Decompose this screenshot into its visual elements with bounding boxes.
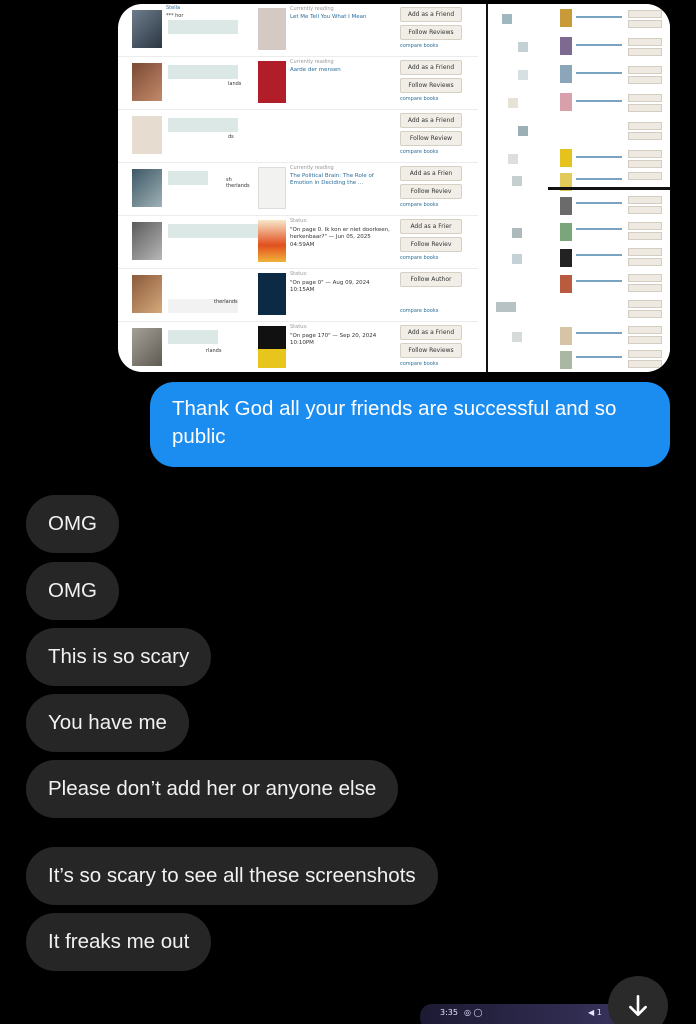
book-cover <box>258 273 286 315</box>
book-title-link[interactable]: The Political Brain: The Role of Emotion… <box>290 173 390 187</box>
follow-reviews-button[interactable]: Follow Review <box>400 131 462 146</box>
divider <box>548 187 670 190</box>
friend-location: lands <box>228 81 242 87</box>
status-label: Status: <box>290 271 308 277</box>
status-label: Currently reading <box>290 6 334 12</box>
arrow-down-icon <box>629 994 647 1016</box>
received-message-bubble[interactable]: This is so scary <box>26 628 212 686</box>
avatar <box>132 63 162 101</box>
received-message-bubble[interactable]: OMG <box>26 562 119 620</box>
friend-row: Status: "On page 0. Ik kon er niet doork… <box>118 216 478 269</box>
follow-reviews-button[interactable]: Follow Reviev <box>400 237 462 252</box>
friends-list-panel: Stella *** hor Currently reading Let Me … <box>118 4 478 372</box>
avatar <box>132 10 162 48</box>
add-friend-button[interactable]: Add as a Friend <box>400 113 462 128</box>
compare-books-link[interactable]: compare books <box>400 43 438 49</box>
compare-books-link[interactable]: compare books <box>400 149 438 155</box>
status-label: Currently reading <box>290 165 334 171</box>
avatar <box>132 222 162 260</box>
book-cover <box>258 61 286 103</box>
add-friend-button[interactable]: Add as a Frien <box>400 166 462 181</box>
scroll-to-bottom-button[interactable] <box>608 976 668 1024</box>
add-friend-button[interactable]: Add as a Friend <box>400 7 462 22</box>
book-list-panel <box>486 4 670 372</box>
compare-books-link[interactable]: compare books <box>400 308 438 314</box>
friend-row: ds Add as a Friend Follow Review compare… <box>118 110 478 163</box>
friend-row: lands Currently reading Aarde der mensen… <box>118 57 478 110</box>
status-label: Currently reading <box>290 59 334 65</box>
friend-row: therlands Status: "On page 0" — Aug 09, … <box>118 269 478 322</box>
book-title-link[interactable]: Aarde der mensen <box>290 67 390 74</box>
book-title-link[interactable]: Let Me Tell You What I Mean <box>290 14 390 21</box>
friend-name: Stella <box>166 5 181 11</box>
friend-row: Stella *** hor Currently reading Let Me … <box>118 4 478 57</box>
clock-time: 3:35 <box>440 1008 458 1017</box>
friend-location: rlands <box>206 348 222 354</box>
avatar <box>132 116 162 154</box>
book-cover <box>258 167 286 209</box>
status-icons-right: ◀ 1 <box>588 1008 602 1017</box>
follow-author-button[interactable]: Follow Author <box>400 272 462 287</box>
blurred-info <box>168 171 208 185</box>
friend-location: sh therlands <box>226 177 250 189</box>
avatar <box>132 169 162 207</box>
friend-row: sh therlands Currently reading The Polit… <box>118 163 478 216</box>
book-cover <box>258 8 286 50</box>
follow-reviews-button[interactable]: Follow Reviev <box>400 184 462 199</box>
blurred-info <box>168 65 238 79</box>
blurred-info <box>168 330 218 344</box>
friend-row: rlands Status: "On page 170" — Sep 20, 2… <box>118 322 478 372</box>
friend-name-2: *** hor <box>166 13 184 19</box>
book-cover <box>258 220 286 262</box>
blurred-info <box>168 118 238 132</box>
blurred-info <box>168 20 238 34</box>
add-friend-button[interactable]: Add as a Friend <box>400 325 462 340</box>
compare-books-link[interactable]: compare books <box>400 202 438 208</box>
add-friend-button[interactable]: Add as a Frier <box>400 219 462 234</box>
compare-books-link[interactable]: compare books <box>400 96 438 102</box>
blurred-info <box>168 224 258 238</box>
book-cover <box>258 326 286 368</box>
friend-location: ds <box>228 134 234 140</box>
add-friend-button[interactable]: Add as a Friend <box>400 60 462 75</box>
attached-screenshot-image[interactable]: Stella *** hor Currently reading Let Me … <box>118 4 670 372</box>
received-message-bubble[interactable]: Please don’t add her or anyone else <box>26 760 399 818</box>
compare-books-link[interactable]: compare books <box>400 255 438 261</box>
received-message-bubble[interactable]: It’s so scary to see all these screensho… <box>26 847 438 905</box>
compare-books-link[interactable]: compare books <box>400 361 438 367</box>
status-text: "On page 0. Ik kon er niet doorkeen, her… <box>290 227 390 248</box>
avatar <box>132 275 162 313</box>
status-icons: ◎ ◯ <box>464 1008 483 1017</box>
received-message-bubble[interactable]: You have me <box>26 694 189 752</box>
follow-reviews-button[interactable]: Follow Reviews <box>400 343 462 358</box>
status-text: "On page 0" — Aug 09, 2024 10:15AM <box>290 280 370 294</box>
status-label: Status: <box>290 218 308 224</box>
follow-reviews-button[interactable]: Follow Reviews <box>400 25 462 40</box>
follow-reviews-button[interactable]: Follow Reviews <box>400 78 462 93</box>
received-message-bubble[interactable]: It freaks me out <box>26 913 212 971</box>
sent-message-bubble[interactable]: Thank God all your friends are successfu… <box>150 382 670 467</box>
status-label: Status: <box>290 324 308 330</box>
received-message-bubble[interactable]: OMG <box>26 495 119 553</box>
avatar <box>132 328 162 366</box>
status-text: "On page 170" — Sep 20, 2024 10:10PM <box>290 333 377 347</box>
friend-location: therlands <box>214 299 238 305</box>
